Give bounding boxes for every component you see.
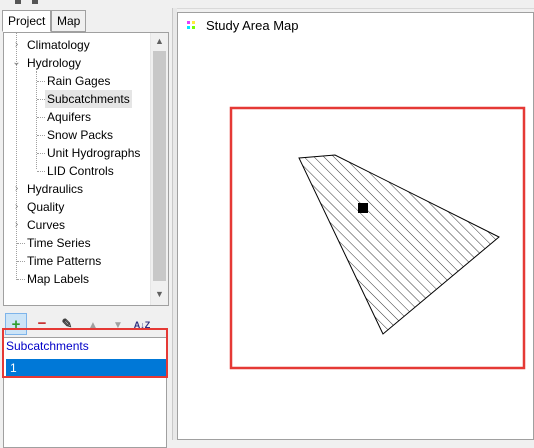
tree-item-curves[interactable]: Curves	[27, 216, 65, 234]
tree-item-time-patterns[interactable]: Time Patterns	[27, 252, 101, 270]
tree-guide-line	[37, 117, 45, 118]
map-title-bar: Study Area Map	[178, 13, 533, 39]
tree-guide-line	[37, 99, 45, 100]
expand-icon[interactable]: ›	[12, 36, 21, 54]
tree-item-subcatchments[interactable]: Subcatchments	[45, 90, 132, 108]
tree-item-rain-gages[interactable]: Rain Gages	[47, 72, 110, 90]
window-grip-icon	[15, 0, 21, 4]
tree-item-hydraulics[interactable]: Hydraulics	[27, 180, 83, 198]
map-window-icon	[187, 21, 195, 29]
tree-item-unit-hydrographs[interactable]: Unit Hydrographs	[47, 144, 140, 162]
highlight-box	[2, 328, 168, 378]
tree-guide-line	[36, 71, 37, 169]
tree-guide-line	[17, 261, 25, 262]
scroll-up-icon[interactable]: ▲	[151, 33, 168, 50]
expand-icon[interactable]: ›	[12, 216, 21, 234]
expand-icon[interactable]: ›	[12, 180, 21, 198]
tree-item-quality[interactable]: Quality	[27, 198, 64, 216]
tree-item-time-series[interactable]: Time Series	[27, 234, 91, 252]
tree-guide-line	[37, 153, 45, 154]
tree-guide-line	[37, 81, 45, 82]
expand-icon[interactable]: ›	[12, 198, 21, 216]
project-browser-panel: Project Map › Climatology ⌄ Hydrology Ra…	[0, 8, 172, 448]
tree-item-snow-packs[interactable]: Snow Packs	[47, 126, 113, 144]
tab-map[interactable]: Map	[51, 10, 87, 32]
tab-project[interactable]: Project	[2, 10, 52, 32]
tree-item-hydrology[interactable]: Hydrology	[27, 54, 81, 72]
study-area-map-window: Study Area Map	[177, 12, 534, 440]
collapse-icon[interactable]: ⌄	[12, 54, 21, 72]
map-title: Study Area Map	[206, 18, 299, 33]
scroll-down-icon[interactable]: ▼	[151, 286, 168, 303]
tree-item-lid-controls[interactable]: LID Controls	[47, 162, 114, 180]
tree-guide-line	[37, 135, 45, 136]
tree-guide-line	[37, 171, 45, 172]
scroll-thumb[interactable]	[153, 51, 166, 281]
tree-guide-line	[17, 279, 25, 280]
subcatchment-polygon[interactable]	[298, 154, 500, 335]
tree-scrollbar[interactable]: ▲ ▼	[150, 33, 168, 305]
tree-item-climatology[interactable]: Climatology	[27, 36, 90, 54]
map-canvas[interactable]	[178, 41, 533, 439]
tree-item-map-labels[interactable]: Map Labels	[27, 270, 89, 288]
project-tree: › Climatology ⌄ Hydrology Rain Gages Sub…	[3, 32, 169, 306]
tree-item-aquifers[interactable]: Aquifers	[47, 108, 91, 126]
window-grip-icon	[32, 0, 38, 4]
tree-guide-line	[17, 243, 25, 244]
subcatchment-centroid[interactable]	[358, 203, 368, 213]
